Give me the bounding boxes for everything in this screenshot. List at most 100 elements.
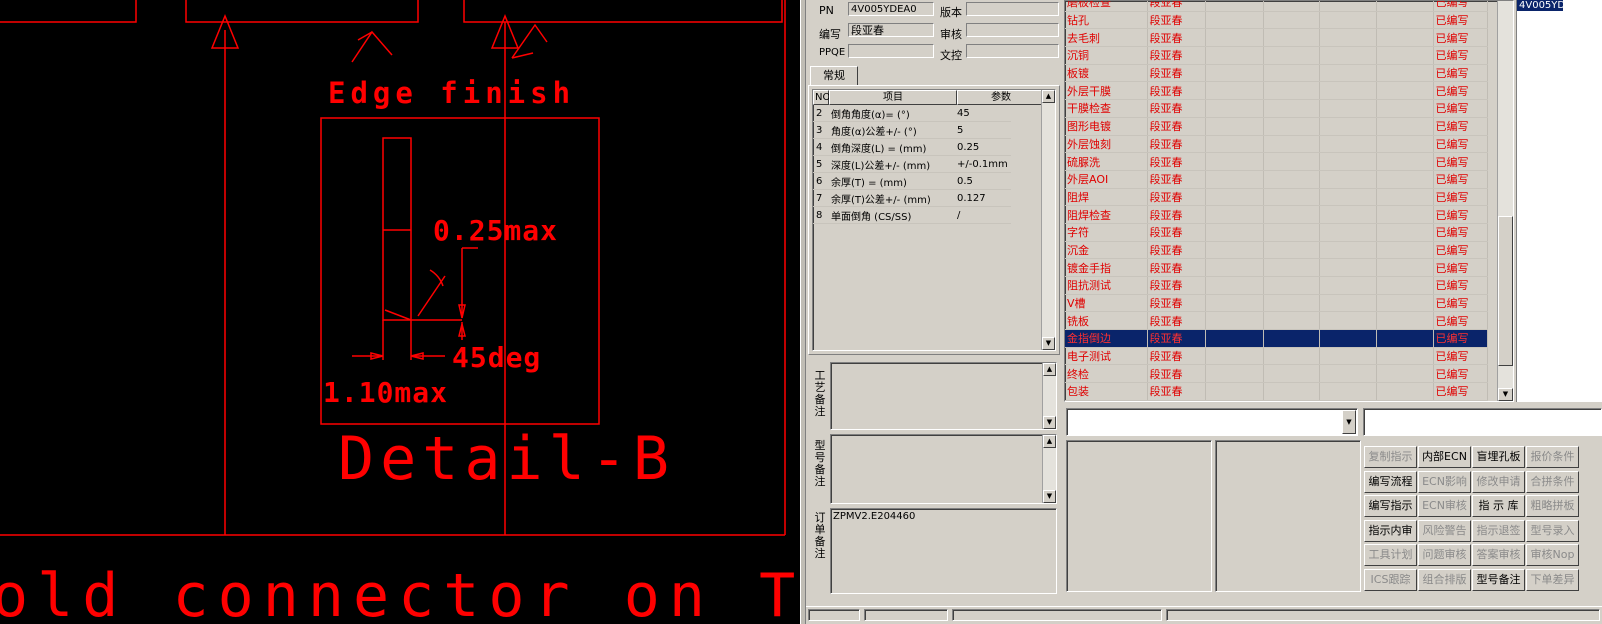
tab-general[interactable]: 常规 <box>810 66 858 85</box>
flow-step: 终检 <box>1065 364 1148 384</box>
flow-row[interactable]: 终检 段亚春 已编写 <box>1065 364 1488 384</box>
action-button[interactable]: 内部ECN <box>1418 446 1471 468</box>
flow-scroll-thumb[interactable] <box>1498 216 1513 366</box>
action-button[interactable]: 指 示 库 <box>1472 495 1525 517</box>
params-row[interactable]: 8 单面倒角 (CS/SS) / <box>813 206 1011 224</box>
action-button[interactable]: 合拼条件 <box>1526 470 1579 493</box>
doccontrol-field[interactable] <box>966 44 1059 58</box>
action-button[interactable]: 型号备注 <box>1472 568 1525 591</box>
col-no-header[interactable]: NO <box>813 90 830 105</box>
action-button[interactable]: ECN影响 <box>1418 470 1471 493</box>
flow-row[interactable]: 干膜检查 段亚春 已编写 <box>1065 99 1488 118</box>
flow-row[interactable]: 外层蚀刻 段亚春 已编写 <box>1065 135 1488 154</box>
flow-cell <box>1319 241 1377 260</box>
flow-row[interactable]: V槽 段亚春 已编写 <box>1065 294 1488 313</box>
params-scrollbar[interactable]: ▲ ▼ <box>1041 90 1055 350</box>
col-value-header[interactable]: 参数 <box>957 90 1045 105</box>
flow-cell <box>1319 223 1377 242</box>
review-field[interactable] <box>966 23 1059 37</box>
flow-status: 已编写 <box>1433 64 1488 83</box>
scroll-up-icon[interactable]: ▲ <box>1043 363 1056 376</box>
action-button[interactable]: 答案审核 <box>1472 544 1525 566</box>
flow-status: 已编写 <box>1433 347 1488 366</box>
filter-combo-right[interactable] <box>1363 408 1602 436</box>
flow-cell <box>1205 117 1264 136</box>
flow-cell <box>1263 188 1320 207</box>
flow-row[interactable]: 阻焊 段亚春 已编写 <box>1065 188 1488 207</box>
flow-row[interactable]: 成品仓段亚春 已编写 <box>1065 400 1488 401</box>
params-row[interactable]: 3 角度(α)公差+/- (°) 5 <box>813 121 1011 139</box>
pn-field[interactable]: 4V005YDEA0 <box>848 2 934 16</box>
action-button[interactable]: 粗略拼板 <box>1526 495 1579 517</box>
scroll-up-icon[interactable]: ▲ <box>1042 90 1055 103</box>
flow-row[interactable]: 外层干膜 段亚春 已编写 <box>1065 81 1488 101</box>
flow-row[interactable]: 硫脲洗 段亚春 已编写 <box>1065 152 1488 171</box>
flow-cell <box>1263 400 1320 401</box>
action-button[interactable]: 修改申请 <box>1472 470 1525 493</box>
action-button[interactable]: 问题审核 <box>1418 544 1471 566</box>
flow-row[interactable]: 包装 段亚春 已编写 <box>1065 382 1488 401</box>
action-button[interactable]: ICS跟踪 <box>1364 568 1417 591</box>
action-button[interactable]: 审核Nop <box>1526 544 1579 566</box>
action-button[interactable]: 指示内审 <box>1364 519 1417 542</box>
flow-status: 已编写 <box>1433 311 1488 331</box>
flow-row[interactable]: 铣板 段亚春 已编写 <box>1065 311 1488 331</box>
action-button[interactable]: ECN审核 <box>1418 495 1471 517</box>
pane-splitter[interactable] <box>800 0 806 624</box>
action-button[interactable]: 风险警告 <box>1418 519 1471 542</box>
flow-status: 已编写 <box>1433 241 1488 260</box>
col-item-header[interactable]: 项目 <box>829 90 957 105</box>
action-button[interactable]: 报价条件 <box>1526 446 1579 468</box>
action-button[interactable]: 编写指示 <box>1364 495 1417 517</box>
action-button[interactable]: 编写流程 <box>1364 470 1417 493</box>
flow-row[interactable]: 图形电镀 段亚春 已编写 <box>1065 117 1488 136</box>
order-notes-field[interactable]: ZPMV2.E204460 <box>830 508 1057 594</box>
scroll-down-icon[interactable]: ▼ <box>1043 490 1056 503</box>
params-row[interactable]: 4 倒角深度(L) = (mm) 0.25 <box>813 138 1011 156</box>
action-button[interactable]: 型号录入 <box>1526 519 1579 542</box>
action-button[interactable]: 复制指示 <box>1364 446 1417 468</box>
cad-drawing-canvas[interactable]: Edge finish 0.25max 45deg 1.10max Detail… <box>0 0 800 624</box>
flow-row[interactable]: 阻焊检查 段亚春 已编写 <box>1065 205 1488 224</box>
scroll-down-icon[interactable]: ▼ <box>1498 388 1513 401</box>
model-list-panel[interactable]: 4V005YDEA0 <box>1516 0 1602 402</box>
flow-row[interactable]: 磨板检查 段亚春 已编写 <box>1065 1 1488 12</box>
flow-person: 段亚春 <box>1147 241 1206 260</box>
action-button[interactable]: 工具计划 <box>1364 544 1417 566</box>
flow-row[interactable]: 外层AOI 段亚春 已编写 <box>1065 170 1488 189</box>
flow-row[interactable]: 沉铜 段亚春 已编写 <box>1065 46 1488 65</box>
ppqe-field[interactable] <box>848 44 934 58</box>
flow-row[interactable]: 沉金 段亚春 已编写 <box>1065 241 1488 260</box>
process-notes-field[interactable]: ▲ ▼ <box>830 362 1057 430</box>
flow-row[interactable]: 板镀 段亚春 已编写 <box>1065 64 1488 83</box>
model-list-item-selected[interactable]: 4V005YDEA0 <box>1517 0 1563 11</box>
flow-row[interactable]: 金指倒边 段亚春 已编写 <box>1065 329 1488 348</box>
flow-row[interactable]: 阻抗测试 段亚春 已编写 <box>1065 276 1488 295</box>
status-cell <box>952 609 1162 621</box>
scroll-down-icon[interactable]: ▼ <box>1043 416 1056 429</box>
flow-row[interactable]: 钻孔 段亚春 已编写 <box>1065 11 1488 30</box>
flow-scrollbar[interactable]: ▼ <box>1497 1 1513 401</box>
flow-row[interactable]: 字符 段亚春 已编写 <box>1065 223 1488 242</box>
flow-row[interactable]: 镀金手指 段亚春 已编写 <box>1065 258 1488 277</box>
params-row[interactable]: 2 倒角角度(α)= (°) 45 <box>813 105 1011 122</box>
flow-person: 段亚春 <box>1147 64 1206 83</box>
params-row[interactable]: 6 余厚(T) = (mm) 0.5 <box>813 172 1011 190</box>
flow-row[interactable]: 去毛刺 段亚春 已编写 <box>1065 28 1488 48</box>
flow-cell <box>1263 1 1320 12</box>
action-button[interactable]: 盲埋孔板 <box>1472 446 1525 468</box>
action-button[interactable]: 下单差异 <box>1526 568 1579 591</box>
action-button[interactable]: 组合排版 <box>1418 568 1471 591</box>
param-no: 5 <box>813 155 828 173</box>
flow-row[interactable]: 电子测试 段亚春 已编写 <box>1065 347 1488 366</box>
version-field[interactable] <box>966 2 1059 16</box>
scroll-down-icon[interactable]: ▼ <box>1042 337 1055 350</box>
chevron-down-icon[interactable]: ▼ <box>1342 410 1356 434</box>
scroll-up-icon[interactable]: ▲ <box>1043 435 1056 448</box>
params-row[interactable]: 5 深度(L)公差+/- (mm) +/-0.1mm <box>813 155 1011 173</box>
params-row[interactable]: 7 余厚(T)公差+/- (mm) 0.127 <box>813 189 1011 207</box>
model-notes-field[interactable]: ▲ ▼ <box>830 434 1057 504</box>
filter-combo-left[interactable]: ▼ <box>1066 408 1358 436</box>
author-field[interactable]: 段亚春 <box>848 23 934 37</box>
action-button[interactable]: 指示退签 <box>1472 519 1525 542</box>
